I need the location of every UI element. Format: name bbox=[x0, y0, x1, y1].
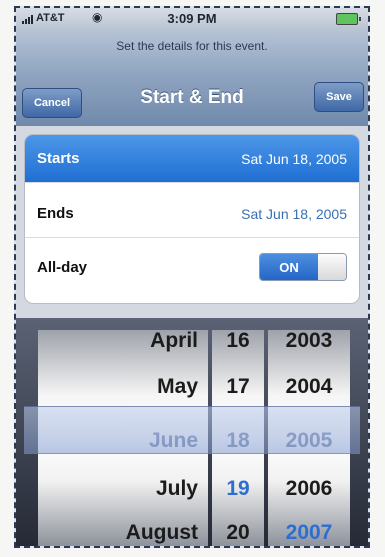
year-option[interactable]: 2006 bbox=[268, 466, 350, 512]
allday-label: All-day bbox=[37, 258, 88, 276]
year-option[interactable]: 2007 bbox=[268, 510, 350, 546]
ends-value: Sat Jun 18, 2005 bbox=[241, 205, 347, 222]
day-option[interactable]: 17 bbox=[212, 364, 264, 410]
ends-row[interactable]: Ends Sat Jun 18, 2005 bbox=[25, 190, 359, 238]
phone-screen: AT&T ◉ 3:09 PM Set the details for this … bbox=[14, 6, 370, 548]
navigation-bar: Set the details for this event. Cancel S… bbox=[16, 30, 368, 127]
starts-value: Sat Jun 18, 2005 bbox=[241, 150, 347, 167]
month-wheel[interactable]: April May June July August bbox=[38, 330, 208, 546]
month-option[interactable]: July bbox=[38, 466, 208, 512]
starts-row[interactable]: Starts Sat Jun 18, 2005 bbox=[25, 135, 359, 183]
year-wheel[interactable]: 2003 2004 2005 2006 2007 bbox=[268, 330, 350, 546]
date-picker: April May June July August 16 17 18 19 2… bbox=[16, 318, 368, 546]
day-option[interactable]: 16 bbox=[212, 330, 264, 364]
year-option[interactable]: 2004 bbox=[268, 364, 350, 410]
ends-label: Ends bbox=[37, 205, 74, 222]
details-area: Starts Sat Jun 18, 2005 Ends Sat Jun 18,… bbox=[16, 126, 368, 318]
month-option[interactable]: August bbox=[38, 510, 208, 546]
allday-row: All-day ON bbox=[25, 243, 359, 291]
date-rows-group: Starts Sat Jun 18, 2005 Ends Sat Jun 18,… bbox=[24, 134, 360, 304]
battery-icon bbox=[336, 13, 361, 25]
prompt-text: Set the details for this event. bbox=[116, 39, 268, 53]
day-option[interactable]: 20 bbox=[212, 510, 264, 546]
save-button[interactable]: Save bbox=[314, 82, 364, 112]
toggle-on-label: ON bbox=[260, 254, 318, 280]
month-option[interactable]: April bbox=[38, 330, 208, 364]
day-option[interactable]: 19 bbox=[212, 466, 264, 512]
status-bar: AT&T ◉ 3:09 PM bbox=[16, 8, 368, 30]
starts-label: Starts bbox=[37, 150, 80, 167]
day-option-selected[interactable]: 18 bbox=[212, 418, 264, 464]
year-option-selected[interactable]: 2005 bbox=[268, 418, 350, 464]
year-option[interactable]: 2003 bbox=[268, 330, 350, 364]
status-time: 3:09 PM bbox=[167, 11, 217, 26]
month-option-selected[interactable]: June bbox=[38, 418, 208, 464]
allday-toggle[interactable]: ON bbox=[259, 253, 347, 281]
toggle-knob bbox=[318, 254, 346, 280]
month-option[interactable]: May bbox=[38, 364, 208, 410]
day-wheel[interactable]: 16 17 18 19 20 bbox=[212, 330, 264, 546]
